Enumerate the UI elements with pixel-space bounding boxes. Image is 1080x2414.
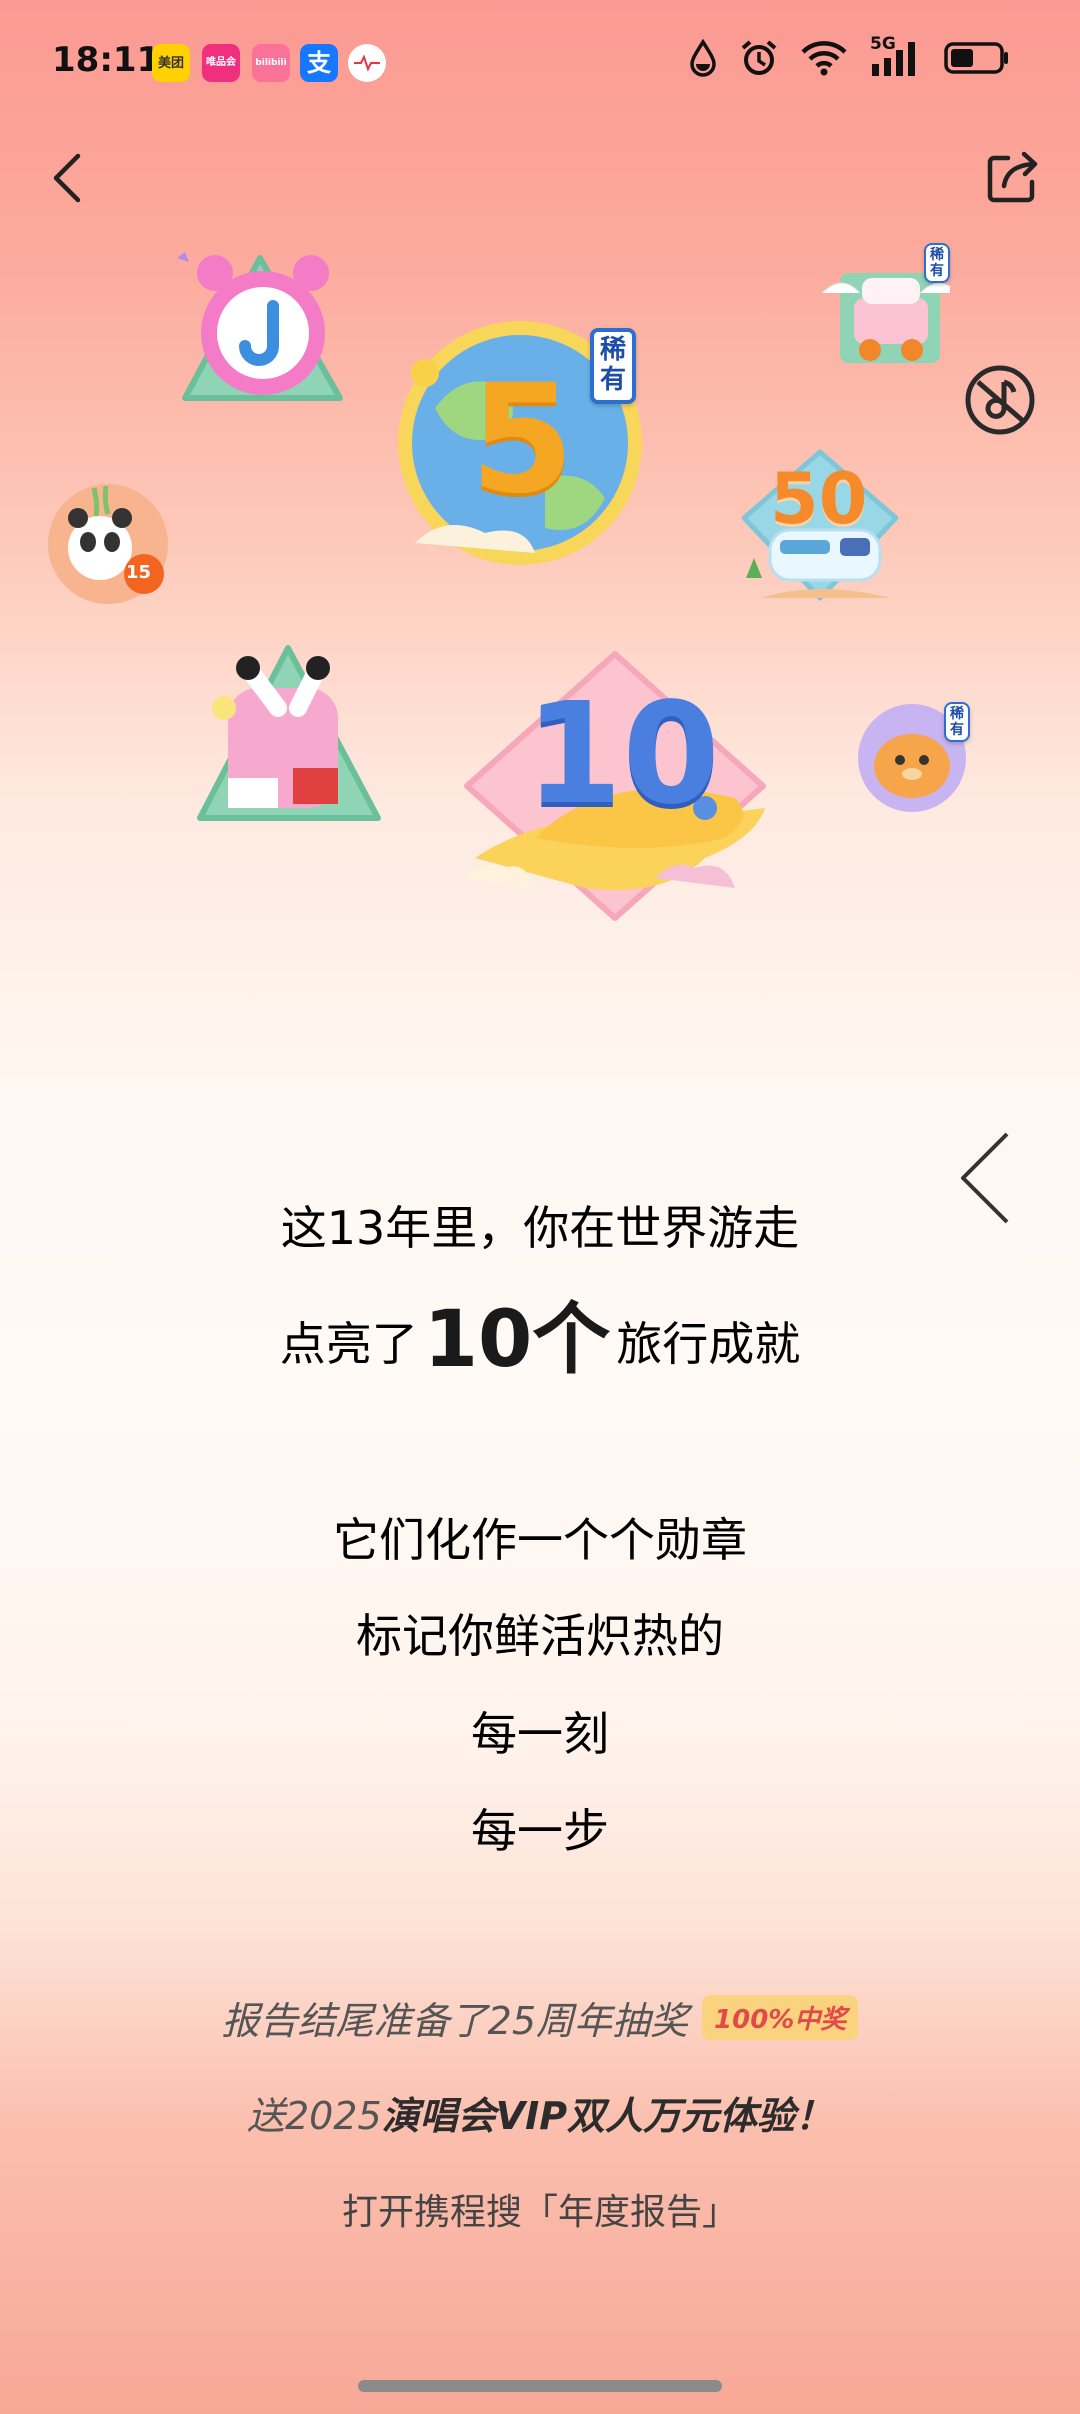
battery-icon xyxy=(944,42,1008,74)
report-line-3: 它们化作一个个勋章 xyxy=(333,1513,747,1567)
report-line-1: 这13年里，你在世界游走 xyxy=(280,1201,800,1255)
home-indicator[interactable] xyxy=(358,2380,722,2392)
promo-line-2: 送2025演唱会VIP双人万元体验！ xyxy=(0,2085,1080,2140)
train-fifty-badge: 50 xyxy=(740,448,900,608)
achievement-count: 10个 xyxy=(423,1295,611,1385)
bird-plush-badge: 稀有 xyxy=(856,700,976,815)
rare-tag-small: 稀有 xyxy=(924,243,950,284)
meituan-app-icon: 美团 xyxy=(152,44,190,82)
report-line-4: 标记你鲜活炽热的 xyxy=(356,1609,724,1663)
back-icon[interactable] xyxy=(40,150,96,206)
health-app-icon xyxy=(348,44,386,82)
panda-badge-label: 15 xyxy=(126,562,152,583)
globe-five-years-badge: 5 稀有 xyxy=(395,318,665,568)
promo-prize-bold: 演唱会VIP双人万元体验！ xyxy=(381,2094,834,2138)
vip-app-icon: 唯品会 xyxy=(202,44,240,82)
badge-number-five: 5 xyxy=(470,353,575,527)
bilibili-app-icon: bilibili xyxy=(252,44,290,82)
report-line-2-suffix: 旅行成就 xyxy=(616,1317,801,1371)
standing-person-badge xyxy=(188,628,388,828)
report-line-2-prefix: 点亮了 xyxy=(279,1317,418,1371)
share-icon[interactable] xyxy=(982,148,1042,208)
status-time: 18:11 xyxy=(52,40,161,80)
music-mute-icon[interactable] xyxy=(964,364,1036,436)
promo-win-pill: 100%中奖 xyxy=(702,1995,859,2040)
alarm-icon xyxy=(741,40,777,75)
badge-number-ten: 10 xyxy=(525,673,720,836)
birthday-cake-badge: 稀有 xyxy=(820,238,959,368)
rare-tag-small: 稀有 xyxy=(944,702,970,743)
rare-tag: 稀有 xyxy=(590,328,636,404)
report-line-5: 每一刻 xyxy=(471,1707,609,1761)
airplane-ten-badge: 10 xyxy=(455,648,775,924)
status-bar: 18:11 美团 唯品会 bilibili 支 5G xyxy=(0,0,1080,130)
promo-prize-prefix: 送2025 xyxy=(246,2094,382,2138)
badge-number-fifty: 50 xyxy=(770,458,868,540)
promo-lottery-text: 报告结尾准备了25周年抽奖 xyxy=(221,1999,689,2043)
report-line-2: 点亮了10个 旅行成就 xyxy=(0,1277,1080,1389)
open-app-hint: 打开携程搜「年度报告」 xyxy=(341,2192,738,2233)
wifi-icon xyxy=(801,41,847,76)
promo-line-1: 报告结尾准备了25周年抽奖 100%中奖 xyxy=(0,1990,1080,2045)
alipay-app-icon: 支 xyxy=(300,44,338,82)
system-icons: 5G xyxy=(688,34,1010,78)
water-drop-icon xyxy=(690,39,716,77)
signal-5g-icon: 5G xyxy=(870,34,922,78)
report-line-6: 每一步 xyxy=(471,1804,609,1858)
panda-badge: 15 xyxy=(44,482,172,607)
alarm-clock-badge xyxy=(165,228,355,413)
